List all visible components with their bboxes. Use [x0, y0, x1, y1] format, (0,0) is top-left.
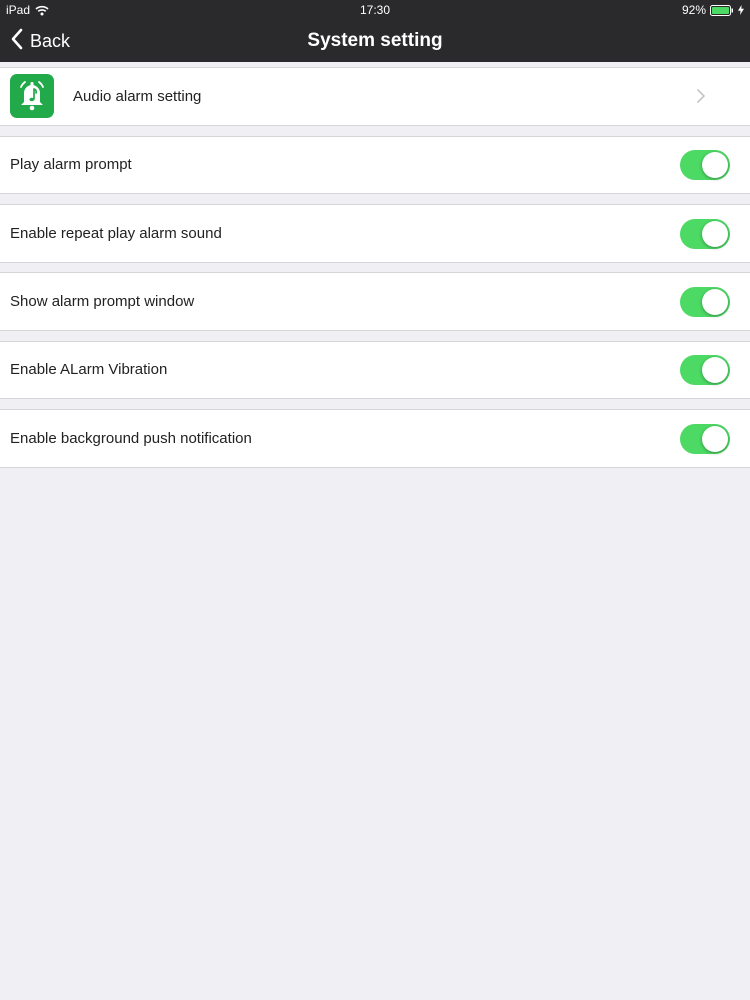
status-right: 92% [682, 0, 744, 20]
battery-icon [710, 4, 734, 16]
setting-label: Enable ALarm Vibration [10, 361, 168, 378]
chevron-right-icon [696, 88, 706, 109]
toggle-knob [702, 357, 728, 383]
charging-bolt-icon [738, 5, 744, 15]
audio-alarm-setting-row[interactable]: Audio alarm setting [0, 67, 750, 126]
list-item: Show alarm prompt window [0, 272, 750, 331]
setting-label: Play alarm prompt [10, 156, 132, 173]
list-item: Play alarm prompt [0, 136, 750, 194]
alarm-bell-music-icon [10, 74, 54, 118]
toggle-knob [702, 289, 728, 315]
toggle-knob [702, 426, 728, 452]
play-alarm-prompt-toggle[interactable] [680, 150, 730, 180]
audio-alarm-setting-label: Audio alarm setting [73, 88, 202, 105]
status-time: 17:30 [359, 3, 391, 17]
list-item: Enable ALarm Vibration [0, 341, 750, 399]
setting-label: Enable background push notification [10, 430, 252, 447]
top-bar: iPad 17:30 92% Back System setting [0, 0, 750, 62]
alarm-prompt-window-toggle[interactable] [680, 287, 730, 317]
setting-label: Show alarm prompt window [10, 293, 195, 310]
status-bar: iPad 17:30 92% [0, 0, 750, 20]
setting-label: Enable repeat play alarm sound [10, 225, 222, 242]
alarm-vibration-toggle[interactable] [680, 355, 730, 385]
list-item: Enable repeat play alarm sound [0, 204, 750, 263]
list-item: Enable background push notification [0, 409, 750, 468]
background-push-toggle[interactable] [680, 424, 730, 454]
back-button[interactable]: Back [10, 20, 70, 62]
chevron-left-icon [10, 28, 24, 55]
navigation-bar: Back System setting [0, 20, 750, 62]
back-label: Back [30, 30, 71, 51]
toggle-knob [702, 221, 728, 247]
battery-percent: 92% [681, 3, 706, 17]
repeat-alarm-sound-toggle[interactable] [680, 219, 730, 249]
page-title: System setting [307, 30, 443, 51]
toggle-knob [702, 152, 728, 178]
